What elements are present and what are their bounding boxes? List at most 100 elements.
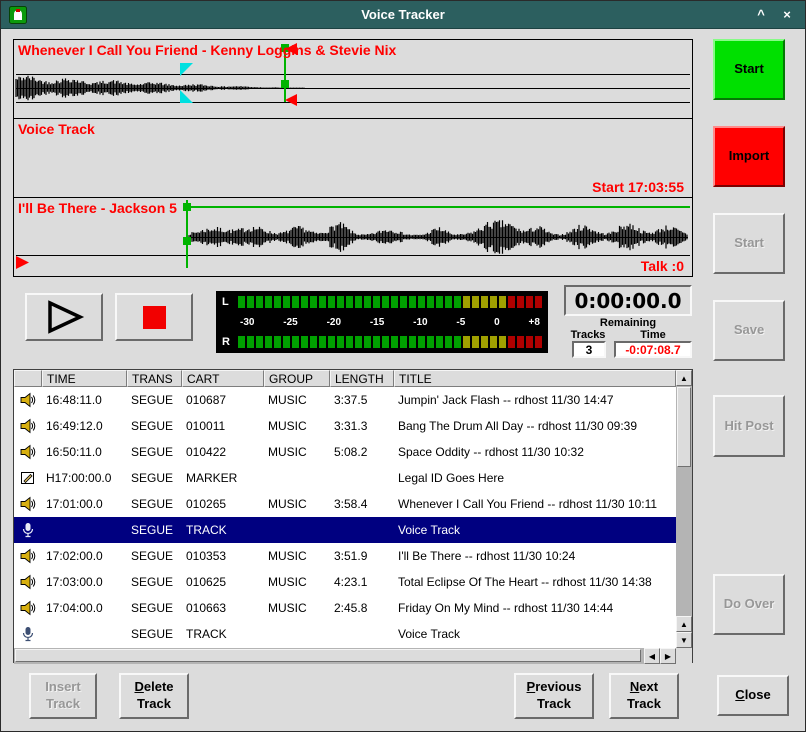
- log-cell: MUSIC: [264, 439, 330, 465]
- log-row[interactable]: 17:02:00.0SEGUE010353MUSIC3:51.9I'll Be …: [14, 543, 676, 569]
- vu-segment: [508, 296, 515, 308]
- log-cell: 2:45.8: [330, 595, 394, 621]
- log-cell: MUSIC: [264, 595, 330, 621]
- start-playback-button[interactable]: Start: [713, 213, 785, 274]
- log-cell: SEGUE: [127, 517, 182, 543]
- titlebar[interactable]: Voice Tracker ^ ×: [1, 1, 805, 29]
- vu-scale-label: +8: [529, 317, 540, 328]
- speaker-icon: [20, 392, 36, 408]
- save-button[interactable]: Save: [713, 300, 785, 361]
- do-over-button[interactable]: Do Over: [713, 574, 785, 635]
- log-cell: [264, 621, 330, 647]
- log-cell: Jumpin' Jack Flash -- rdhost 11/30 14:47: [394, 387, 676, 413]
- vu-segment: [319, 296, 326, 308]
- stop-button[interactable]: [115, 293, 193, 341]
- remaining-time-label: Time: [614, 329, 692, 341]
- log-row-icon: [14, 517, 42, 543]
- log-row[interactable]: SEGUETRACKVoice Track: [14, 621, 676, 647]
- vu-segment: [238, 296, 245, 308]
- track2-pane[interactable]: Voice Track Start 17:03:55: [13, 118, 693, 198]
- vu-strip: [238, 336, 542, 348]
- vu-segment: [319, 336, 326, 348]
- scroll-left-button[interactable]: ◀: [644, 648, 660, 664]
- vu-segment: [283, 336, 290, 348]
- vu-segment: [463, 336, 470, 348]
- log-cell: 3:37.5: [330, 387, 394, 413]
- track1-pane[interactable]: Whenever I Call You Friend - Kenny Loggi…: [13, 39, 693, 119]
- log-cell: Space Oddity -- rdhost 11/30 10:32: [394, 439, 676, 465]
- hit-post-button[interactable]: Hit Post: [713, 395, 785, 457]
- log-cell: 3:51.9: [330, 543, 394, 569]
- vu-segment: [256, 296, 263, 308]
- log-cell: Voice Track: [394, 621, 676, 647]
- insert-track-button[interactable]: Insert Track: [29, 673, 97, 719]
- log-cell: SEGUE: [127, 543, 182, 569]
- fade-marker-icon[interactable]: [180, 90, 193, 103]
- shade-window-button[interactable]: ^: [751, 6, 771, 24]
- vu-scale-label: -25: [283, 317, 297, 328]
- log-header-length: LENGTH: [330, 370, 394, 387]
- remaining-tracks-label: Tracks: [562, 329, 614, 341]
- log-row[interactable]: 17:03:00.0SEGUE010625MUSIC4:23.1Total Ec…: [14, 569, 676, 595]
- log-row[interactable]: 17:04:00.0SEGUE010663MUSIC2:45.8Friday O…: [14, 595, 676, 621]
- log-cell: 010625: [182, 569, 264, 595]
- log-row-icon: [14, 543, 42, 569]
- vu-segment: [391, 296, 398, 308]
- vu-meter: L -30-25-20-15-10-50+8 R: [216, 291, 548, 353]
- import-button[interactable]: Import: [713, 126, 785, 187]
- horizontal-scrollbar[interactable]: ◀ ▶: [14, 648, 676, 664]
- segue-marker-handle[interactable]: [281, 80, 289, 88]
- vu-segment: [499, 296, 506, 308]
- horizontal-scroll-thumb[interactable]: [15, 649, 641, 662]
- microphone-icon: [20, 626, 36, 642]
- speaker-icon: [20, 496, 36, 512]
- vu-segment: [310, 336, 317, 348]
- start-marker-icon[interactable]: [16, 256, 29, 269]
- play-button[interactable]: [25, 293, 103, 341]
- log-header-cart: CART: [182, 370, 264, 387]
- close-button[interactable]: Close: [717, 675, 789, 716]
- delete-track-button[interactable]: Delete Track: [119, 673, 189, 719]
- start-marker-handle[interactable]: [183, 237, 191, 245]
- vu-segment: [310, 296, 317, 308]
- vertical-scroll-thumb[interactable]: [677, 387, 691, 467]
- vu-segment: [328, 296, 335, 308]
- previous-track-button[interactable]: Previous Track: [514, 673, 594, 719]
- vu-segment: [454, 336, 461, 348]
- log-row-selected[interactable]: SEGUETRACKVoice Track: [14, 517, 676, 543]
- log-cell: [42, 517, 127, 543]
- end-marker-icon[interactable]: [285, 94, 297, 106]
- log-row[interactable]: 16:48:11.0SEGUE010687MUSIC3:37.5Jumpin' …: [14, 387, 676, 413]
- vu-segment: [517, 336, 524, 348]
- log-cell: MUSIC: [264, 569, 330, 595]
- log-row[interactable]: 17:01:00.0SEGUE010265MUSIC3:58.4Whenever…: [14, 491, 676, 517]
- close-window-button[interactable]: ×: [777, 6, 797, 24]
- vu-scale-label: -10: [413, 317, 427, 328]
- log-row[interactable]: H17:00:00.0SEGUEMARKERLegal ID Goes Here: [14, 465, 676, 491]
- track3-pane[interactable]: I'll Be There - Jackson 5 Talk :0: [13, 197, 693, 277]
- scrollbar-corner: [676, 648, 692, 664]
- log-row[interactable]: 16:49:12.0SEGUE010011MUSIC3:31.3Bang The…: [14, 413, 676, 439]
- vu-segment: [481, 336, 488, 348]
- scroll-up-button[interactable]: ▲: [676, 370, 692, 386]
- scroll-right-button[interactable]: ▶: [660, 648, 676, 664]
- vu-segment: [418, 336, 425, 348]
- log-row-icon: [14, 465, 42, 491]
- log-cell: 16:50:11.0: [42, 439, 127, 465]
- next-track-button[interactable]: Next Track: [609, 673, 679, 719]
- log-row[interactable]: 16:50:11.0SEGUE010422MUSIC5:08.2Space Od…: [14, 439, 676, 465]
- scroll-down-button[interactable]: ▼: [676, 632, 692, 648]
- log-cell: MUSIC: [264, 491, 330, 517]
- vertical-scrollbar[interactable]: ▲ ▲ ▼: [676, 370, 692, 648]
- log-table: TIME TRANS CART GROUP LENGTH TITLE 16:48…: [13, 369, 693, 663]
- vu-segment: [373, 336, 380, 348]
- start-marker-handle[interactable]: [183, 203, 191, 211]
- log-cell: Bang The Drum All Day -- rdhost 11/30 09…: [394, 413, 676, 439]
- log-row-icon: [14, 439, 42, 465]
- vu-segment: [265, 296, 272, 308]
- scroll-up-button[interactable]: ▲: [676, 616, 692, 632]
- marker-note-icon: [20, 470, 36, 486]
- speaker-icon: [20, 574, 36, 590]
- start-button[interactable]: Start: [713, 39, 785, 100]
- vu-segment: [400, 336, 407, 348]
